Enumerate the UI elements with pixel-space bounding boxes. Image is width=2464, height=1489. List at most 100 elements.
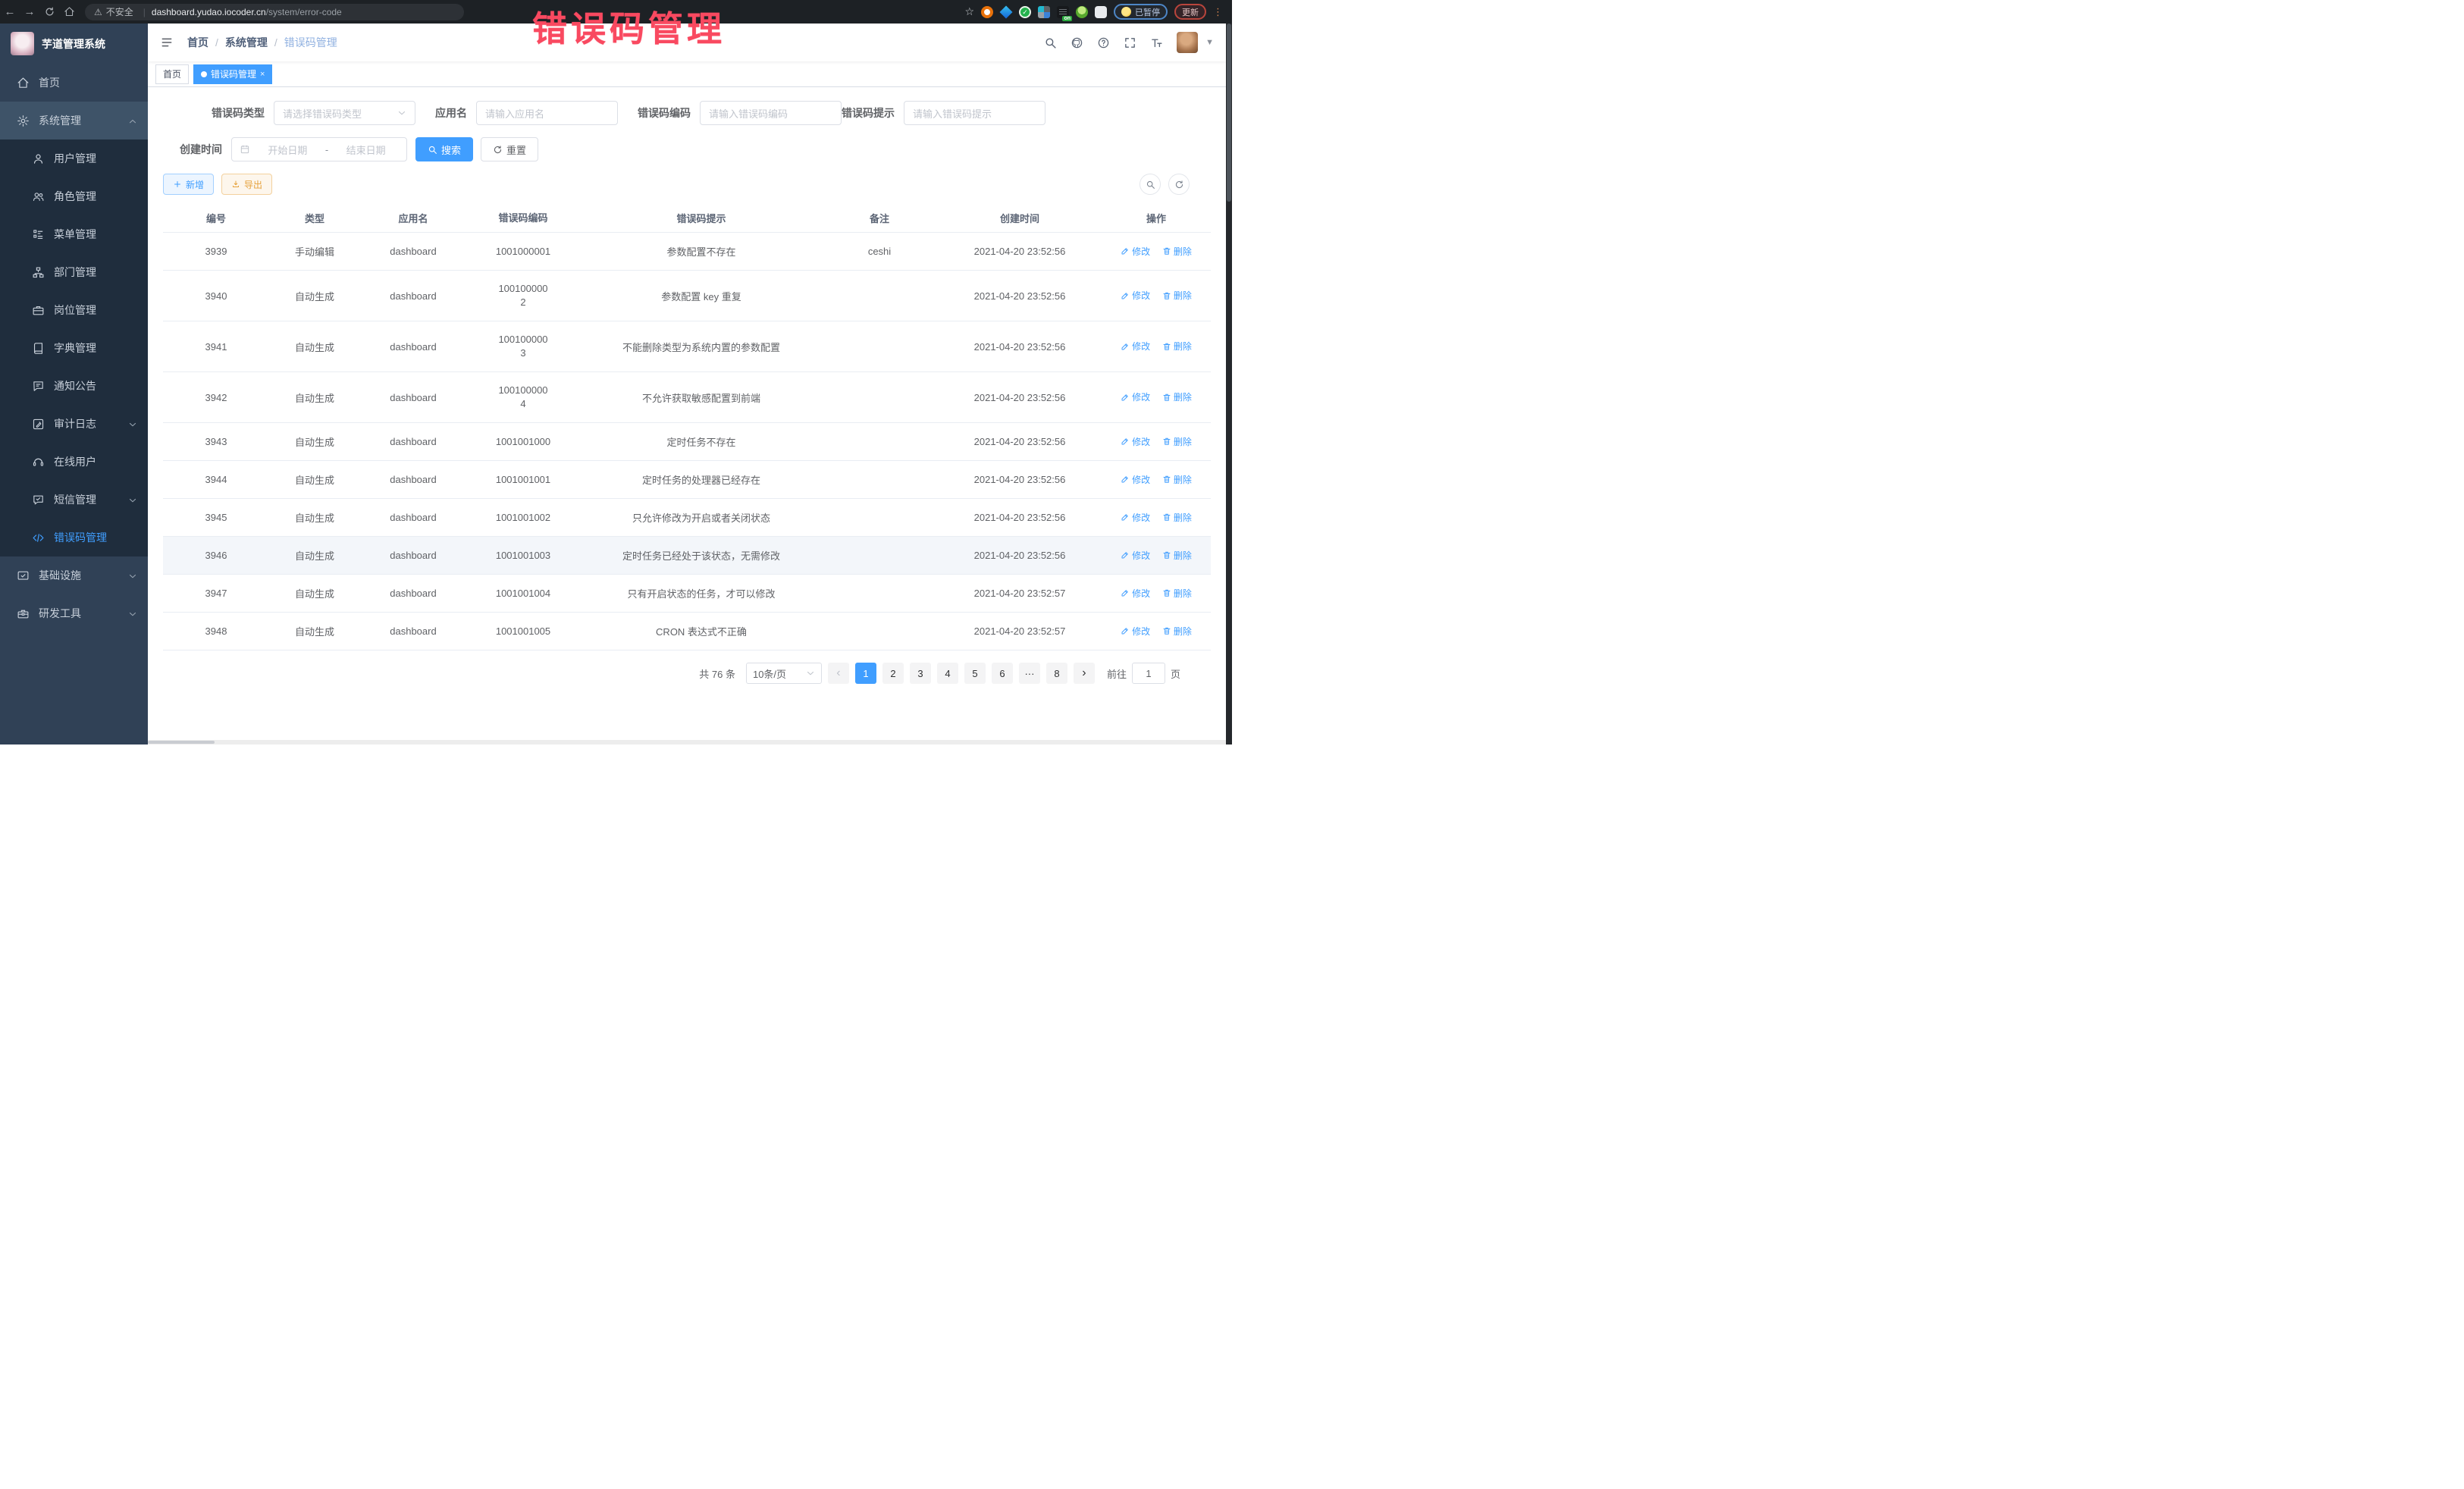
sidebar-menu-item[interactable]: 系统管理 [0,102,148,139]
help-icon[interactable] [1097,36,1110,49]
address-bar[interactable]: ⚠ 不安全 | dashboard.yudao.iocoder.cn /syst… [85,4,464,20]
sidebar-menu-item[interactable]: 错误码管理 [0,519,148,556]
page-size-select[interactable]: 10条/页 [746,663,822,684]
page-number-button[interactable]: ··· [1019,663,1040,684]
search-button[interactable]: 搜索 [415,137,473,161]
extensions-puzzle-icon[interactable] [1095,6,1107,18]
extension-icon[interactable] [981,6,993,18]
delete-link[interactable]: 删除 [1162,549,1192,562]
filter-input[interactable]: 请输入错误码编码 [700,101,842,125]
header-search-icon[interactable] [1044,36,1057,49]
refresh-table-button[interactable] [1168,174,1190,195]
breadcrumb-home[interactable]: 首页 [187,35,208,50]
page-tab[interactable]: 错误码管理 × [193,64,272,84]
browser-update-button[interactable]: 更新 [1174,4,1206,20]
page-number-button[interactable]: 1 [855,663,876,684]
sidebar-item-label: 岗位管理 [54,303,96,318]
sidebar-menu-item[interactable]: 菜单管理 [0,215,148,253]
edit-link[interactable]: 修改 [1121,587,1150,600]
goto-page-input[interactable]: 1 [1132,663,1165,684]
sidebar-item-icon [32,380,45,393]
edit-link[interactable]: 修改 [1121,340,1150,353]
font-size-icon[interactable] [1150,36,1163,49]
browser-reload-icon[interactable] [39,5,59,18]
date-range-picker[interactable]: 开始日期 - 结束日期 [231,137,407,161]
filter-input[interactable]: 请输入错误码提示 [904,101,1045,125]
cell-prompt: 不允许获取敏感配置到前端 [580,379,823,416]
extension-icon[interactable]: on [1057,6,1069,18]
filter-input[interactable]: 请输入应用名 [476,101,618,125]
delete-link[interactable]: 删除 [1162,245,1192,258]
reset-button[interactable]: 重置 [481,137,538,161]
delete-link[interactable]: 删除 [1162,625,1192,638]
edit-link[interactable]: 修改 [1121,549,1150,562]
sidebar-menu-item[interactable]: 审计日志 [0,405,148,443]
delete-link[interactable]: 删除 [1162,435,1192,448]
edit-link[interactable]: 修改 [1121,390,1150,403]
browser-menu-icon[interactable]: ⋮ [1213,8,1223,16]
breadcrumb-system[interactable]: 系统管理 [225,35,268,50]
delete-link[interactable]: 删除 [1162,511,1192,524]
sidebar-menu-item[interactable]: 在线用户 [0,443,148,481]
bookmark-star-icon[interactable]: ☆ [964,5,974,18]
page-number-button[interactable]: 2 [882,663,904,684]
user-avatar[interactable] [1177,32,1198,53]
filter-input[interactable]: 请选择错误码类型 [274,101,415,125]
select-caret-icon [806,669,815,678]
sidebar-menu-item[interactable]: 基础设施 [0,556,148,594]
page-number-button[interactable]: 4 [937,663,958,684]
avatar-caret-icon[interactable]: ▼ [1205,38,1214,47]
sidebar-menu-item[interactable]: 部门管理 [0,253,148,291]
sidebar-menu-item[interactable]: 岗位管理 [0,291,148,329]
toggle-search-button[interactable] [1140,174,1161,195]
edit-link[interactable]: 修改 [1121,245,1150,258]
page-number-button[interactable]: 6 [992,663,1013,684]
github-icon[interactable] [1071,36,1083,49]
tab-close-icon[interactable]: × [260,70,265,79]
column-header: 备注 [823,204,936,232]
cell-created: 2021-04-20 23:52:56 [936,500,1103,534]
browser-back-icon[interactable]: ← [0,5,20,18]
browser-home-icon[interactable] [59,5,79,18]
sidebar-menu-item[interactable]: 通知公告 [0,367,148,405]
page-number-button[interactable]: 8 [1046,663,1067,684]
scrollbar-thumb[interactable] [1227,24,1231,202]
sidebar-menu-item[interactable]: 首页 [0,64,148,102]
extension-icon[interactable] [1038,6,1050,18]
extension-icon[interactable]: ✓ [1019,6,1031,18]
browser-forward-icon[interactable]: → [20,5,39,18]
delete-link[interactable]: 删除 [1162,340,1192,353]
sidebar-menu-item[interactable]: 角色管理 [0,177,148,215]
app-title: 芋道管理系统 [42,36,105,52]
edit-link[interactable]: 修改 [1121,625,1150,638]
edit-link[interactable]: 修改 [1121,289,1150,302]
cell-created: 2021-04-20 23:52:56 [936,538,1103,572]
vertical-scrollbar[interactable] [1226,24,1232,744]
edit-link[interactable]: 修改 [1121,511,1150,524]
sidebar-menu-item[interactable]: 研发工具 [0,594,148,632]
add-button[interactable]: 新增 [163,174,214,195]
edit-link[interactable]: 修改 [1121,435,1150,448]
delete-link[interactable]: 删除 [1162,289,1192,302]
export-button[interactable]: 导出 [221,174,272,195]
page-number-button[interactable]: 3 [910,663,931,684]
delete-link[interactable]: 删除 [1162,587,1192,600]
horizontal-scrollbar[interactable] [148,740,1226,744]
scrollbar-thumb[interactable] [148,741,215,744]
delete-link[interactable]: 删除 [1162,473,1192,486]
page-tab[interactable]: 首页 [155,64,189,84]
prev-page-button[interactable]: ‹ [828,663,849,684]
delete-link[interactable]: 删除 [1162,390,1192,403]
extension-icon[interactable] [1076,6,1088,18]
edit-link[interactable]: 修改 [1121,473,1150,486]
page-number-button[interactable]: 5 [964,663,986,684]
sidebar-menu-item[interactable]: 用户管理 [0,139,148,177]
sidebar-menu-item[interactable]: 短信管理 [0,481,148,519]
sidebar-logo[interactable]: 芋道管理系统 [0,24,148,64]
next-page-button[interactable]: › [1074,663,1095,684]
fullscreen-icon[interactable] [1124,36,1136,49]
profile-paused-chip[interactable]: 已暂停 [1114,4,1168,20]
extension-icon[interactable] [1000,6,1012,18]
hamburger-icon[interactable] [160,36,174,49]
sidebar-menu-item[interactable]: 字典管理 [0,329,148,367]
